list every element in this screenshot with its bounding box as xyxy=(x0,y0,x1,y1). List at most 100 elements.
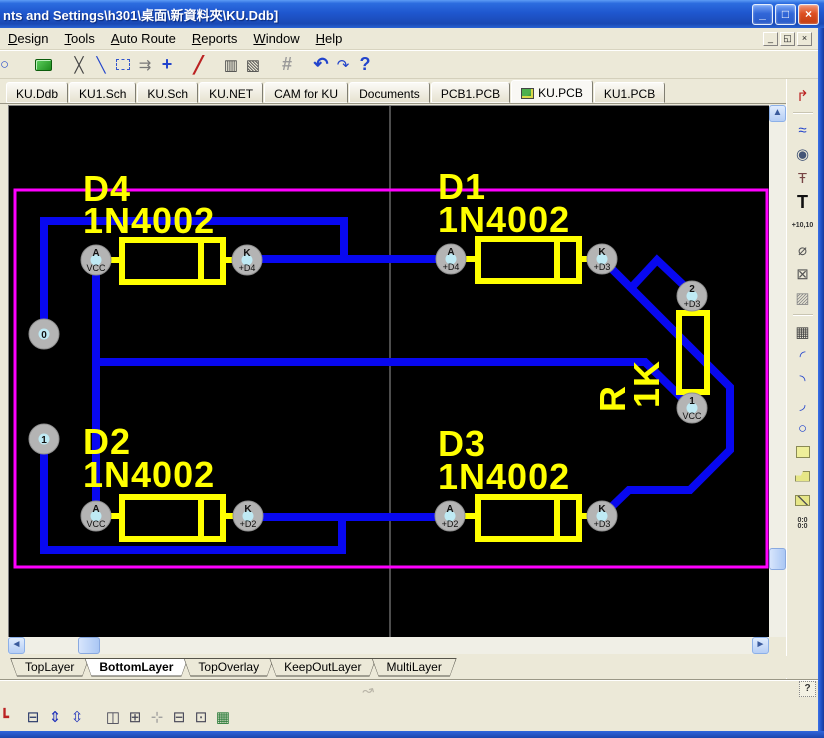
mdi-minimize-button[interactable]: _ xyxy=(763,32,778,46)
place-coordinate-icon[interactable]: +10,10 xyxy=(792,216,814,236)
arc-center-icon[interactable]: ◝ xyxy=(792,370,814,390)
place-pad-icon[interactable]: ◉ xyxy=(792,144,814,164)
align-components-dashed-icon[interactable]: ⊞ xyxy=(124,707,146,727)
layer-tab-bottomlayer[interactable]: BottomLayer xyxy=(84,658,188,677)
undo-icon[interactable]: ↶ xyxy=(310,55,332,75)
distribute-vertical-icon[interactable]: ⇕ xyxy=(44,707,66,727)
pad-net-label: +D4 xyxy=(443,262,460,272)
menu-tools[interactable]: Tools xyxy=(56,29,102,48)
view-3d-icon[interactable]: ▥ xyxy=(220,55,242,75)
move-icon[interactable]: + xyxy=(156,55,178,75)
pad-0[interactable]: 0 xyxy=(29,319,59,349)
space-vertical-icon[interactable]: ⇳ xyxy=(66,707,88,727)
doc-tab-ku1-pcb[interactable]: KU1.PCB xyxy=(594,82,665,103)
pad-1[interactable]: 1 xyxy=(29,424,59,454)
menu-auto-route[interactable]: Auto Route xyxy=(103,29,184,48)
doc-tab-ku-pcb[interactable]: KU.PCB xyxy=(511,80,593,103)
redo-icon[interactable]: ↷ xyxy=(332,55,354,75)
pad-K[interactable]: K+D3 xyxy=(587,244,617,274)
silk-text[interactable]: 1N4002 xyxy=(438,456,570,497)
selection-marquee-icon-shape xyxy=(116,59,130,70)
pad-A[interactable]: A+D4 xyxy=(436,244,466,274)
grid-icon[interactable]: # xyxy=(276,55,298,75)
scroll-right-button[interactable]: ► xyxy=(752,637,769,654)
mdi-close-button[interactable]: × xyxy=(797,32,812,46)
silk-text[interactable]: 1N4002 xyxy=(83,200,215,241)
silk-text[interactable]: 1N4002 xyxy=(83,454,215,495)
vertical-scrollbar[interactable]: ▲ ▼ xyxy=(769,105,786,654)
arrange-components-icon[interactable]: ⊟ xyxy=(168,707,190,727)
deselect-icon[interactable]: ⇉ xyxy=(134,55,156,75)
horizontal-scroll-thumb[interactable] xyxy=(78,637,100,654)
wire-tool-icon[interactable]: ╳ xyxy=(68,55,90,75)
menu-reports[interactable]: Reports xyxy=(184,29,246,48)
mdi-restore-button[interactable]: ◱ xyxy=(780,32,795,46)
full-circle-icon[interactable]: ○ xyxy=(792,418,814,438)
pad-K[interactable]: K+D3 xyxy=(587,501,617,531)
menu-design[interactable]: Design xyxy=(0,29,56,48)
doc-tab-ku-net[interactable]: KU.NET xyxy=(199,82,263,103)
doc-tab-ku-sch[interactable]: KU.Sch xyxy=(137,82,198,103)
place-dimension-icon[interactable]: ⌀ xyxy=(792,240,814,260)
window-title: nts and Settings\h301\桌面\新資料夾\KU.Ddb] xyxy=(0,5,752,24)
doc-tab-pcb1-pcb[interactable]: PCB1.PCB xyxy=(431,82,510,103)
place-string-icon[interactable]: T xyxy=(792,192,814,212)
place-track-icon[interactable]: ≈ xyxy=(792,120,814,140)
pad-K[interactable]: K+D2 xyxy=(233,501,263,531)
place-fill-hatched-icon[interactable]: ▨ xyxy=(792,288,814,308)
polygon-plane-icon[interactable] xyxy=(792,466,814,486)
doc-tab-ku1-sch[interactable]: KU1.Sch xyxy=(69,82,136,103)
maximize-button[interactable]: □ xyxy=(775,4,796,25)
silk-text[interactable]: 1K xyxy=(626,360,667,408)
pcb-drawing[interactable]: D41N4002AVCCK+D4D11N4002A+D4K+D3D21N4002… xyxy=(9,106,769,637)
help-icon[interactable]: ? xyxy=(354,55,376,75)
clipped-zoom-icon[interactable]: ○ xyxy=(0,55,10,75)
close-button[interactable]: × xyxy=(798,4,819,25)
view-3d-alt-icon[interactable]: ▧ xyxy=(242,55,264,75)
arc-edge-icon[interactable]: ◜ xyxy=(792,346,814,366)
align-center-vertical-icon[interactable]: ⊟ xyxy=(22,707,44,727)
array-paste-icon[interactable]: 0:0 0:0 xyxy=(792,514,814,534)
selection-marquee-icon[interactable] xyxy=(112,55,134,75)
pad-2[interactable]: 2+D3 xyxy=(677,281,707,311)
layer-tab-multilayer[interactable]: MultiLayer xyxy=(371,658,456,677)
place-fill-icon[interactable] xyxy=(792,442,814,462)
pad-K[interactable]: K+D4 xyxy=(232,245,262,275)
footprint-wizard-icon[interactable]: ▦ xyxy=(212,707,234,727)
pad-1[interactable]: 1VCC xyxy=(677,393,707,423)
snap-to-grid-icon[interactable]: ⊹ xyxy=(146,707,168,727)
title-bar[interactable]: nts and Settings\h301\桌面\新資料夾\KU.Ddb] _ … xyxy=(0,0,824,28)
scroll-up-button[interactable]: ▲ xyxy=(769,105,786,122)
clipped-align-icon[interactable]: ┗ xyxy=(0,707,12,727)
layer-tab-keepoutlayer[interactable]: KeepOutLayer xyxy=(269,658,376,677)
wizard-pen-icon[interactable]: ╱ xyxy=(188,55,210,75)
help-balloon-icon[interactable]: ? xyxy=(799,681,816,697)
menu-window[interactable]: Window xyxy=(245,29,307,48)
doc-tab-cam-for-ku[interactable]: CAM for KU xyxy=(264,82,348,103)
pcb-canvas[interactable]: D41N4002AVCCK+D4D11N4002A+D4K+D3D21N4002… xyxy=(8,105,769,637)
place-component-icon[interactable]: ▦ xyxy=(792,322,814,342)
align-components-left-icon[interactable]: ◫ xyxy=(102,707,124,727)
browse-board-icon[interactable] xyxy=(32,55,54,75)
pad-A[interactable]: A+D2 xyxy=(435,501,465,531)
place-via-icon[interactable]: Ŧ xyxy=(792,168,814,188)
split-plane-icon[interactable] xyxy=(792,490,814,510)
doc-tab-documents[interactable]: Documents xyxy=(349,82,430,103)
interactive-route-icon[interactable]: ↱ xyxy=(792,86,814,106)
silk-text[interactable]: 1N4002 xyxy=(438,199,570,240)
arrange-component-icon[interactable]: ⊡ xyxy=(190,707,212,727)
place-keepout-icon[interactable]: ⊠ xyxy=(792,264,814,284)
doc-tab-ku-ddb[interactable]: KU.Ddb xyxy=(6,82,68,103)
minimize-button[interactable]: _ xyxy=(752,4,773,25)
arc-any-angle-icon[interactable]: ◞ xyxy=(792,394,814,414)
layer-tab-topoverlay[interactable]: TopOverlay xyxy=(183,658,274,677)
pcb-doc-icon xyxy=(521,88,534,99)
line-tool-icon[interactable]: ╲ xyxy=(90,55,112,75)
scroll-left-button[interactable]: ◄ xyxy=(8,637,25,654)
vertical-scroll-thumb[interactable] xyxy=(769,548,786,570)
pad-A[interactable]: AVCC xyxy=(81,501,111,531)
pad-A[interactable]: AVCC xyxy=(81,245,111,275)
menu-help[interactable]: Help xyxy=(308,29,351,48)
horizontal-scrollbar[interactable]: ◄ ► xyxy=(8,637,769,654)
layer-tab-toplayer[interactable]: TopLayer xyxy=(10,658,89,677)
